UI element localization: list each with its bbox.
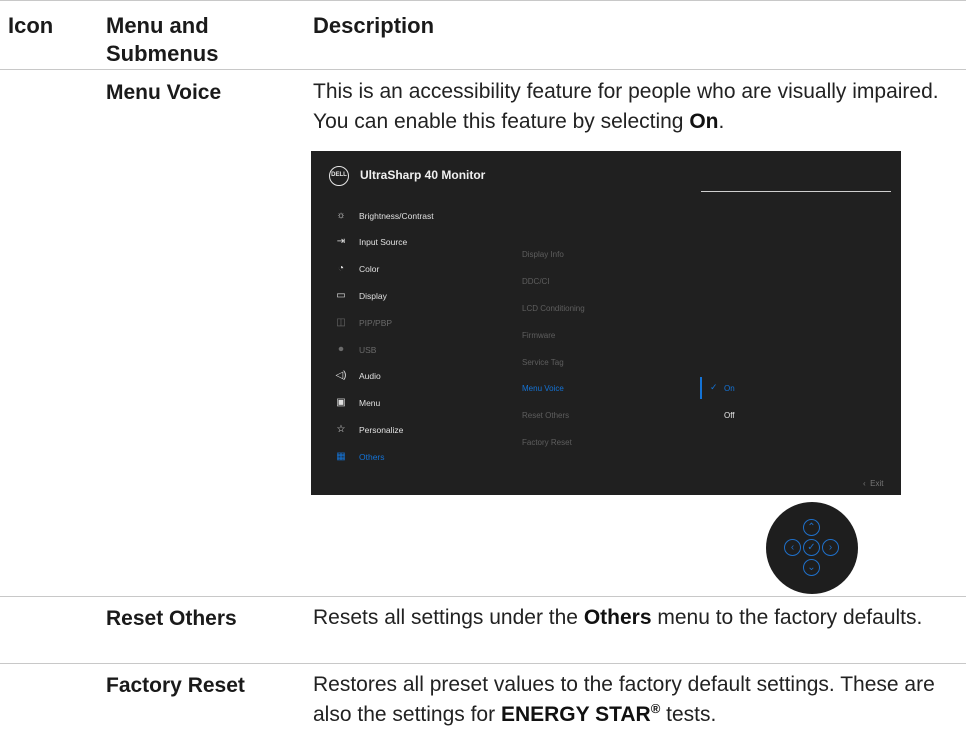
osd-menu-label: Others (359, 452, 385, 462)
menu-icon: ▣ (336, 397, 346, 408)
osd-submenu-item[interactable]: Factory Reset (522, 438, 572, 447)
osd-menu-label: USB (359, 345, 377, 355)
row-name-menu-voice: Menu Voice (106, 81, 222, 104)
osd-screenshot: DELL UltraSharp 40 Monitor ☼ Brightness/C… (311, 151, 901, 495)
chevron-down-icon[interactable]: ⌄ (803, 559, 820, 576)
chevron-up-icon[interactable]: ⌃ (803, 519, 820, 536)
row-divider (0, 663, 966, 664)
joystick-controller: ⌃ ‹ ✓ › ⌄ (766, 502, 858, 594)
osd-submenu-item[interactable]: Firmware (522, 331, 555, 340)
header-menu-line2: Submenus (106, 41, 219, 66)
osd-title: UltraSharp 40 Monitor (360, 168, 486, 182)
check-icon[interactable]: ✓ (803, 539, 820, 556)
osd-submenu-item[interactable]: Reset Others (522, 411, 569, 420)
personalize-icon: ☆ (336, 424, 346, 435)
osd-submenu-item[interactable]: DDC/CI (522, 277, 550, 286)
osd-submenu-item[interactable]: Service Tag (522, 358, 564, 367)
osd-menu-label: PIP/PBP (359, 318, 393, 328)
header-icon: Icon (8, 13, 54, 38)
osd-menu-label: Display (359, 291, 387, 301)
row-name-reset-others: Reset Others (106, 607, 237, 630)
pip-pbp-icon: ◫ (336, 317, 346, 328)
exit-button[interactable]: ‹ Exit (863, 479, 883, 488)
table-top-rule (0, 0, 966, 1)
desc-text: Resets all settings under the (313, 606, 584, 629)
desc-bold: Others (583, 606, 652, 629)
others-icon: ▦ (336, 451, 346, 462)
row-desc-factory-reset: Restores all preset values to the factor… (313, 670, 953, 730)
color-icon: ◔ (337, 263, 345, 274)
desc-text: menu to the factory defaults. (651, 606, 923, 629)
osd-submenu-item[interactable]: Menu Voice (522, 384, 564, 393)
input-source-icon: ⇥ (336, 236, 346, 247)
check-icon: ✓ (710, 382, 718, 392)
desc-bold-text: ENERGY STAR (500, 703, 651, 726)
desc-text: . (718, 110, 725, 133)
osd-menu-label: Color (359, 264, 380, 274)
header-bottom-rule (0, 69, 966, 70)
option-indicator-bar (700, 377, 702, 399)
exit-label: Exit (870, 479, 884, 488)
osd-menu-label: Input Source (359, 237, 408, 247)
row-desc-reset-others: Resets all settings under the Others men… (313, 603, 953, 633)
osd-submenu-item[interactable]: LCD Conditioning (522, 304, 585, 313)
osd-menu-label: Brightness/Contrast (359, 211, 434, 221)
display-icon: ▭ (336, 290, 346, 301)
chevron-left-icon[interactable]: ‹ (784, 539, 801, 556)
row-name-factory-reset: Factory Reset (106, 674, 245, 697)
chevron-right-icon[interactable]: › (822, 539, 839, 556)
desc-text: This is an accessibility feature for peo… (313, 80, 939, 133)
osd-title-line (701, 191, 891, 192)
brightness-icon: ☼ (336, 210, 346, 221)
registered-mark: ® (650, 701, 661, 716)
chevron-left-icon: ‹ (863, 479, 866, 488)
osd-submenu-item[interactable]: Display Info (522, 250, 564, 259)
osd-menu-label: Audio (359, 371, 381, 381)
dell-logo: DELL (329, 166, 349, 186)
option-off[interactable]: Off (724, 411, 735, 420)
header-description: Description (313, 13, 435, 38)
header-menu-line1: Menu and (106, 13, 209, 38)
desc-text: tests. (660, 703, 717, 726)
osd-menu-label: Menu (359, 398, 381, 408)
audio-icon: ◁) (335, 370, 347, 381)
desc-bold: ENERGY STAR® (500, 701, 661, 726)
row-divider (0, 596, 966, 597)
usb-icon: ⏺ (338, 344, 344, 355)
option-on[interactable]: On (724, 384, 735, 393)
osd-menu-label: Personalize (359, 425, 404, 435)
desc-bold: On (689, 110, 719, 133)
row-desc-menu-voice: This is an accessibility feature for peo… (313, 77, 953, 137)
header-menu-submenus: Menu and Submenus (106, 12, 218, 68)
